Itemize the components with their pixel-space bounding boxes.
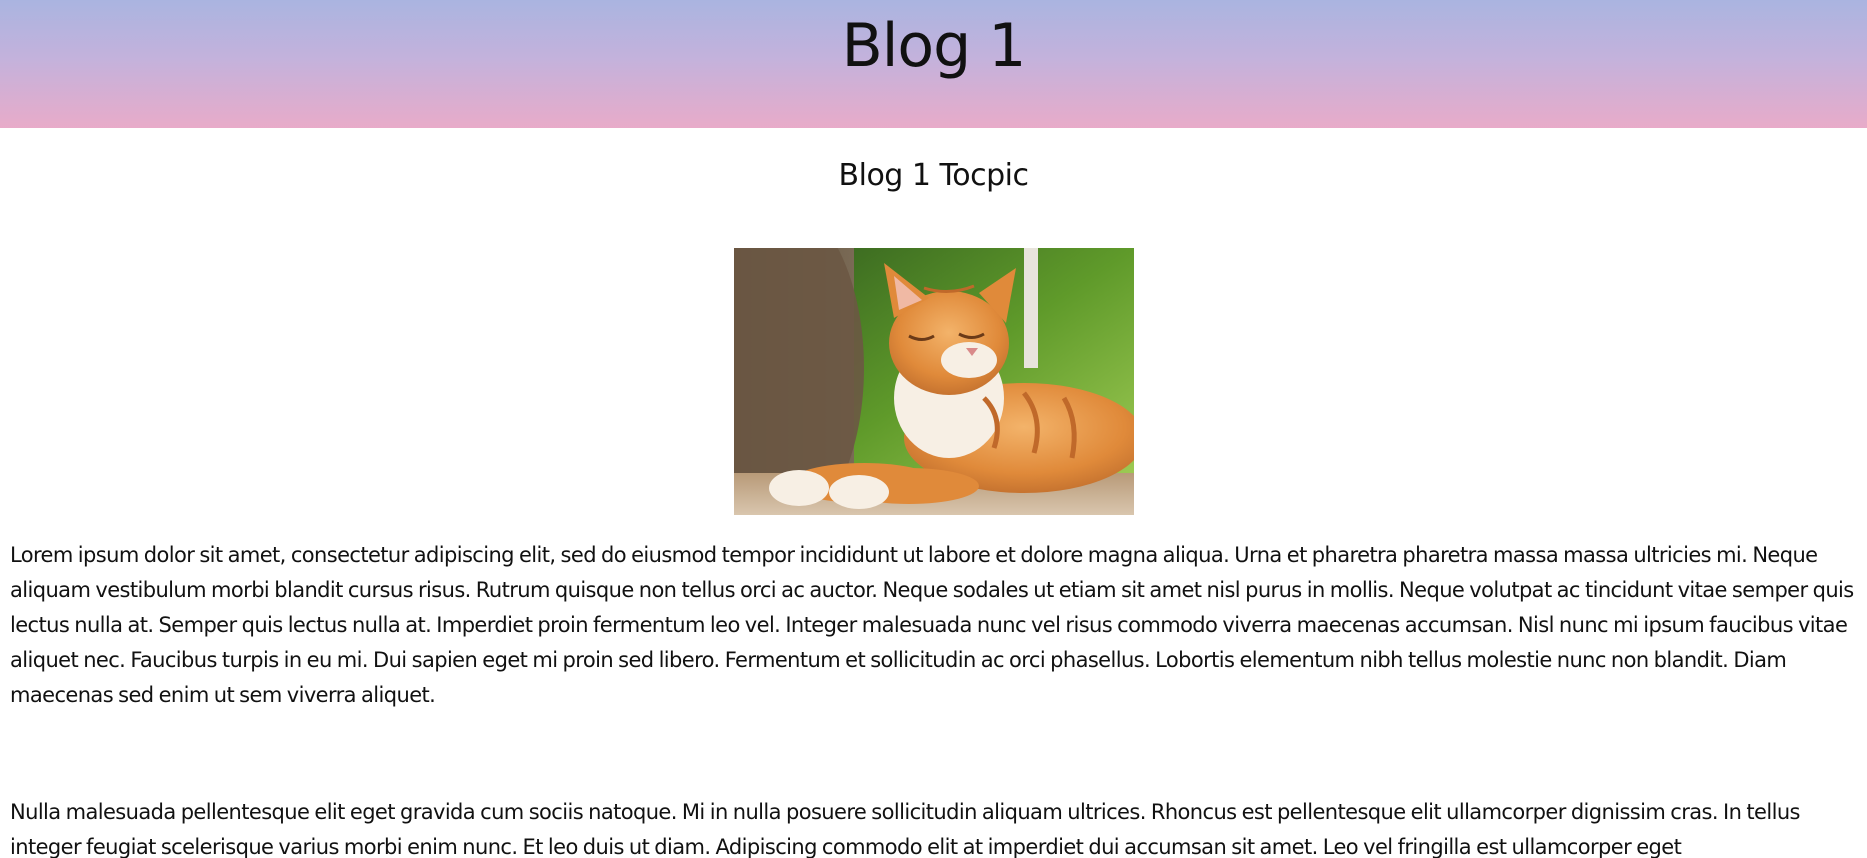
cat-photo bbox=[733, 248, 1134, 515]
page-title: Blog 1 bbox=[841, 11, 1027, 81]
post-topic: Blog 1 Tocpic bbox=[838, 158, 1029, 193]
post-image-container bbox=[0, 248, 1867, 515]
header-banner: Blog 1 bbox=[0, 0, 1867, 128]
post-paragraph: Lorem ipsum dolor sit amet, consectetur … bbox=[10, 543, 1854, 707]
post-body: Lorem ipsum dolor sit amet, consectetur … bbox=[0, 538, 1867, 858]
post-paragraph: Nulla malesuada pellentesque elit eget g… bbox=[10, 800, 1801, 858]
